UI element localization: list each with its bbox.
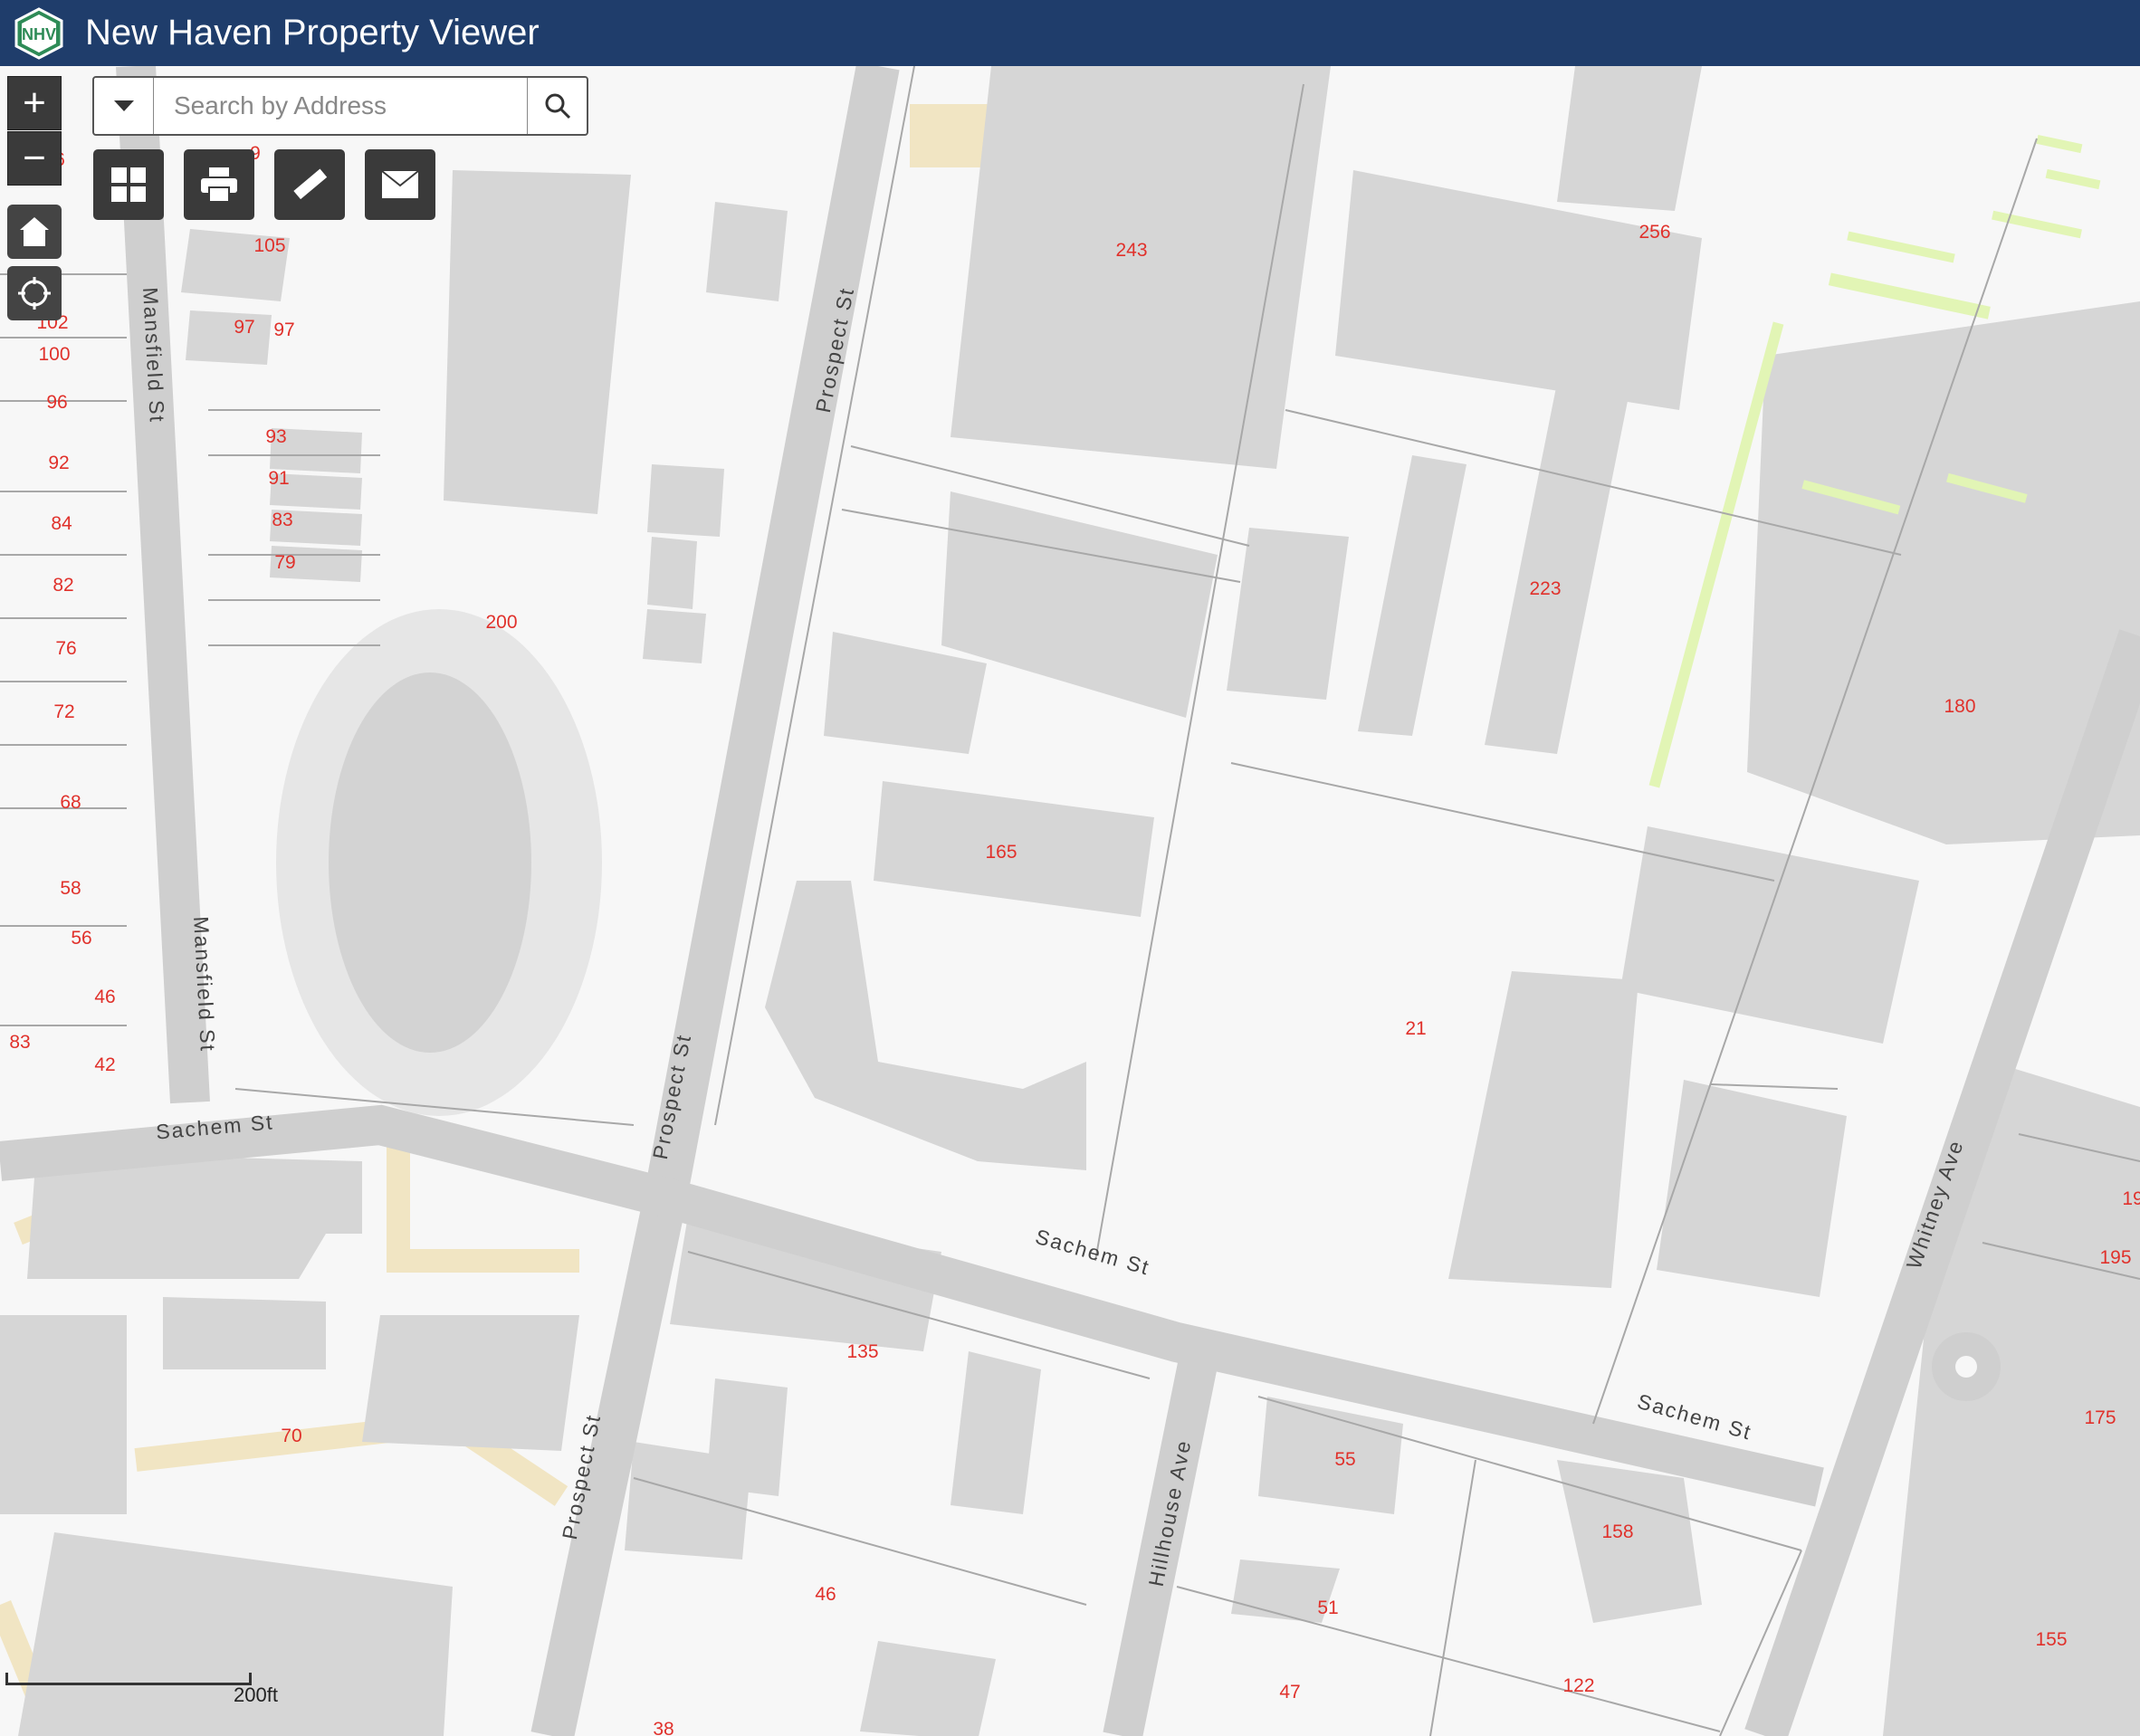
share-button[interactable]: [365, 149, 435, 220]
search-source-dropdown[interactable]: [94, 78, 154, 134]
measure-icon: [293, 168, 328, 200]
parcel-label: 92: [48, 453, 69, 473]
parcel-label: 46: [94, 987, 115, 1007]
print-button[interactable]: [184, 149, 254, 220]
parcel-label: 82: [53, 575, 73, 596]
measure-button[interactable]: [274, 149, 345, 220]
chevron-down-icon: [113, 100, 134, 111]
parcel-label: 96: [46, 392, 67, 413]
nhv-logo-icon: NHV: [14, 6, 63, 60]
parcel-label: 93: [265, 426, 286, 447]
parcel-label: 83: [9, 1032, 30, 1053]
parcel-label: 68: [60, 792, 81, 813]
locate-icon: [18, 277, 51, 310]
parcel-label: 100: [38, 344, 70, 365]
app-header: NHV New Haven Property Viewer: [0, 0, 2140, 66]
stadium: [276, 609, 602, 1116]
parcel-label: 72: [53, 701, 74, 722]
parcel-label: 19: [2122, 1188, 2140, 1209]
parcel-label: 97: [234, 317, 254, 338]
home-button[interactable]: [7, 205, 62, 259]
parcel-label: 42: [94, 1054, 115, 1075]
zoom-in-button[interactable]: +: [7, 76, 62, 130]
parcel-label: 165: [985, 842, 1017, 863]
parcel-label: 56: [71, 928, 91, 949]
scale-bar: [5, 1673, 252, 1685]
parcel-label: 38: [653, 1719, 674, 1736]
parcel-label: 91: [268, 468, 289, 489]
parcel-label: 180: [1944, 696, 1975, 717]
parcel-label: 223: [1529, 578, 1561, 599]
search-icon: [545, 93, 570, 119]
parcel-label: 79: [274, 552, 295, 573]
parcel-label: 200: [485, 612, 517, 633]
svg-text:NHV: NHV: [22, 25, 56, 43]
parcel-label: 46: [815, 1584, 836, 1605]
search-widget: [92, 76, 588, 136]
parcel-label: 70: [281, 1426, 301, 1446]
parcel-label: 51: [1317, 1598, 1338, 1618]
map-canvas[interactable]: Mansfield St Mansfield St Prospect St Pr…: [0, 66, 2140, 1736]
share-icon: [381, 170, 419, 198]
parcel-label: 243: [1115, 240, 1147, 261]
parcel-label: 155: [2035, 1629, 2067, 1650]
map-view[interactable]: Mansfield St Mansfield St Prospect St Pr…: [0, 66, 2140, 1736]
print-icon: [201, 167, 237, 203]
basemap-gallery-button[interactable]: [93, 149, 164, 220]
parcel-label: 158: [1601, 1521, 1633, 1542]
locate-button[interactable]: [7, 266, 62, 320]
parcel-label: 135: [846, 1341, 878, 1362]
search-button[interactable]: [527, 78, 587, 134]
parcel-label: 175: [2084, 1407, 2116, 1428]
parcel-label: 122: [1562, 1675, 1594, 1696]
parcel-label: 76: [55, 638, 76, 659]
parcel-label: 58: [60, 878, 81, 899]
zoom-out-button[interactable]: −: [7, 131, 62, 186]
app-title: New Haven Property Viewer: [85, 13, 540, 52]
home-icon: [20, 217, 49, 246]
search-input[interactable]: [154, 78, 527, 134]
parcel-label: 105: [253, 235, 285, 256]
parcel-label: 47: [1279, 1682, 1300, 1703]
scale-label: 200ft: [234, 1684, 278, 1706]
parcel-label: 84: [51, 513, 72, 534]
parcel-label: 55: [1334, 1449, 1355, 1470]
parcel-label: 83: [272, 510, 292, 530]
parcel-label: 256: [1638, 222, 1670, 243]
parcel-label: 97: [273, 320, 294, 340]
parcel-label: 21: [1405, 1018, 1426, 1039]
basemap-gallery-icon: [111, 167, 146, 202]
parcel-label: 195: [2099, 1247, 2131, 1268]
